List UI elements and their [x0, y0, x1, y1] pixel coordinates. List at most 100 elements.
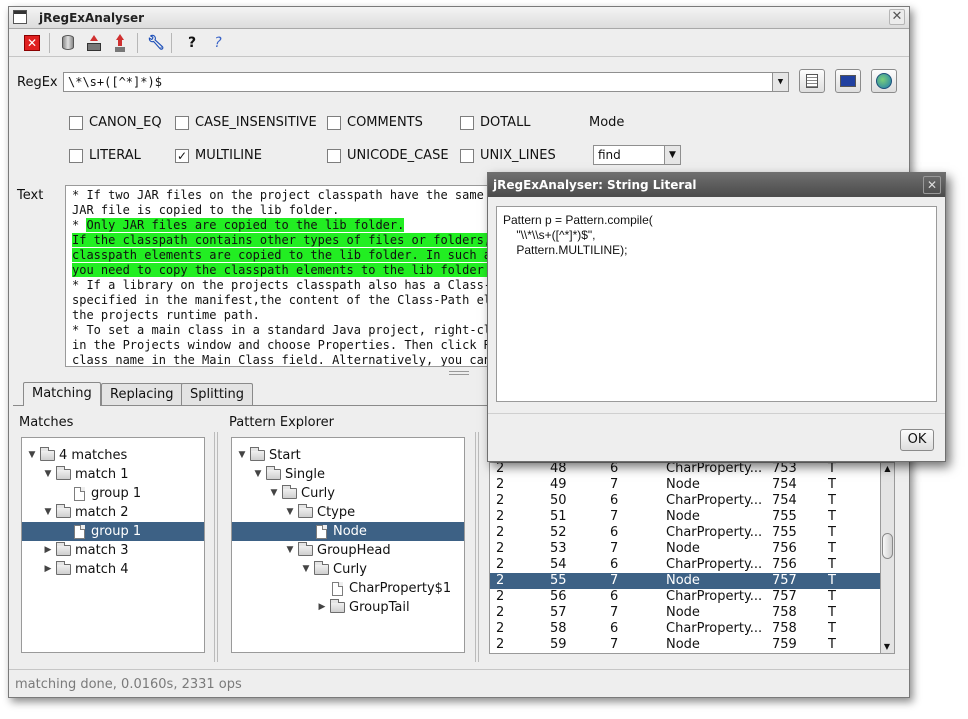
- folder-icon: [56, 504, 71, 518]
- match-table[interactable]: 2 48 6 CharProperty... 753 T 2 49 7 Node 754 T 2 50 6 C…: [489, 462, 881, 654]
- code-line: "\\*\\s+([^*]*)$",: [503, 228, 596, 242]
- expand-arrow-icon[interactable]: ▼: [42, 503, 54, 522]
- upload-icon[interactable]: [109, 32, 131, 54]
- table-cell: CharProperty...: [666, 462, 763, 476]
- flag-unicode-case-checkbox[interactable]: UNICODE_CASE: [327, 148, 449, 163]
- tree-node[interactable]: ▼ match 2: [42, 503, 129, 522]
- matches-tree[interactable]: ▼ 4 matches ▼ match 1 group 1 ▼ match 2 group 1…: [21, 437, 205, 653]
- expand-arrow-icon[interactable]: ▼: [284, 541, 296, 560]
- flag-multiline-checkbox[interactable]: ✓ MULTILINE: [175, 148, 262, 163]
- table-cell: 6: [610, 589, 619, 604]
- table-row[interactable]: 2 50 6 CharProperty... 754 T: [490, 493, 880, 509]
- collapse-arrow-icon[interactable]: ▶: [42, 541, 54, 560]
- checkbox-unchecked[interactable]: [327, 115, 341, 130]
- regex-input[interactable]: \*\s+([^*]*)$ ▼: [63, 72, 789, 92]
- expand-arrow-icon[interactable]: ▼: [284, 503, 296, 522]
- window-menu-icon[interactable]: [13, 10, 27, 24]
- tree-node[interactable]: ▶ match 3: [42, 541, 129, 560]
- flag-unix-lines-checkbox[interactable]: UNIX_LINES: [460, 148, 556, 163]
- checkbox-unchecked[interactable]: [69, 148, 83, 163]
- expand-arrow-icon[interactable]: ▼: [42, 465, 54, 484]
- expand-arrow-icon[interactable]: ▼: [236, 446, 248, 465]
- checkbox-checked[interactable]: ✓: [175, 148, 189, 163]
- table-row[interactable]: 2 58 6 CharProperty... 758 T: [490, 621, 880, 637]
- export-icon[interactable]: [83, 32, 105, 54]
- match-highlight: classpath elements are copied to the lib…: [72, 248, 506, 262]
- table-cell: Node: [666, 541, 700, 556]
- splitter-handle[interactable]: [449, 371, 469, 375]
- table-row[interactable]: 2 59 7 Node 759 T: [490, 637, 880, 653]
- help-icon[interactable]: ?: [181, 32, 203, 54]
- table-cell: 753: [772, 462, 797, 476]
- table-cell: 2: [496, 525, 505, 540]
- table-row[interactable]: 2 56 6 CharProperty... 757 T: [490, 589, 880, 605]
- tree-node[interactable]: ▼ Curly: [300, 560, 367, 579]
- flag-dotall-checkbox[interactable]: DOTALL: [460, 115, 531, 130]
- checkbox-unchecked[interactable]: [327, 148, 341, 163]
- table-row[interactable]: 2 52 6 CharProperty... 755 T: [490, 525, 880, 541]
- table-row[interactable]: 2 57 7 Node 758 T: [490, 605, 880, 621]
- checkbox-unchecked[interactable]: [69, 115, 83, 130]
- checkbox-unchecked[interactable]: [460, 115, 474, 130]
- table-row[interactable]: 2 53 7 Node 756 T: [490, 541, 880, 557]
- right-splitter[interactable]: [475, 432, 479, 662]
- tree-node[interactable]: Node: [232, 522, 464, 541]
- database-icon[interactable]: [57, 32, 79, 54]
- pattern-explorer-tree[interactable]: ▼ Start ▼ Single ▼ Curly ▼ Ctype Node ▼ GroupHead ▼…: [231, 437, 465, 653]
- wrench-icon[interactable]: 🔧︎: [145, 32, 167, 54]
- tree-node[interactable]: ▼ Curly: [268, 484, 335, 503]
- network-button[interactable]: [835, 69, 861, 93]
- table-row[interactable]: 2 54 6 CharProperty... 756 T: [490, 557, 880, 573]
- checkbox-unchecked[interactable]: [175, 115, 189, 130]
- regex-history-dropdown[interactable]: ▼: [772, 73, 788, 91]
- window-close-button[interactable]: ✕: [889, 9, 905, 25]
- tree-node[interactable]: ▶ GroupTail: [316, 598, 410, 617]
- copy-literal-button[interactable]: [799, 69, 825, 93]
- tree-node[interactable]: CharProperty$1: [316, 579, 451, 598]
- mode-value: find: [598, 148, 621, 162]
- collapse-arrow-icon[interactable]: ▶: [42, 560, 54, 579]
- title-bar[interactable]: jRegExAnalyser ✕: [9, 7, 909, 29]
- globe-button[interactable]: [871, 69, 897, 93]
- table-scrollbar[interactable]: ▲ ▼: [881, 462, 895, 654]
- expand-arrow-icon[interactable]: ▼: [26, 446, 38, 465]
- about-icon[interactable]: ?: [207, 32, 229, 54]
- table-cell: 7: [610, 541, 619, 556]
- dialog-close-button[interactable]: ✕: [923, 176, 941, 194]
- expand-arrow-icon[interactable]: ▼: [300, 560, 312, 579]
- scrollbar-thumb[interactable]: [882, 533, 893, 559]
- table-cell: 49: [550, 477, 567, 492]
- tab-matching[interactable]: Matching: [23, 382, 101, 406]
- chevron-down-icon[interactable]: ▼: [664, 146, 680, 164]
- tree-node[interactable]: ▼ match 1: [42, 465, 129, 484]
- flag-canon-eq-checkbox[interactable]: CANON_EQ: [69, 115, 162, 130]
- stop-icon[interactable]: ✕: [21, 32, 43, 54]
- flag-comments-checkbox[interactable]: COMMENTS: [327, 115, 423, 130]
- tree-node[interactable]: group 1: [58, 484, 141, 503]
- flag-literal-checkbox[interactable]: LITERAL: [69, 148, 141, 163]
- table-row[interactable]: 2 48 6 CharProperty... 753 T: [490, 462, 880, 477]
- ok-button[interactable]: OK: [900, 429, 934, 451]
- tree-node[interactable]: ▼ Ctype: [284, 503, 355, 522]
- string-literal-text[interactable]: Pattern p = Pattern.compile( "\\*\\s+([^…: [496, 206, 937, 402]
- table-cell: Node: [666, 605, 700, 620]
- expand-arrow-icon[interactable]: ▼: [268, 484, 280, 503]
- mode-select[interactable]: find ▼: [593, 145, 681, 165]
- tree-node[interactable]: ▼ Single: [252, 465, 325, 484]
- dialog-title-bar[interactable]: jRegExAnalyser: String Literal ✕: [488, 173, 945, 197]
- tree-node[interactable]: ▼ GroupHead: [284, 541, 391, 560]
- tab-splitting[interactable]: Splitting: [181, 383, 254, 405]
- tree-node[interactable]: group 1: [22, 522, 204, 541]
- tree-node[interactable]: ▼ 4 matches: [26, 446, 127, 465]
- flag-case-insensitive-checkbox[interactable]: CASE_INSENSITIVE: [175, 115, 317, 130]
- expand-arrow-icon[interactable]: ▼: [252, 465, 264, 484]
- tab-replacing[interactable]: Replacing: [101, 383, 183, 405]
- table-row[interactable]: 2 49 7 Node 754 T: [490, 477, 880, 493]
- tree-node[interactable]: ▶ match 4: [42, 560, 129, 579]
- left-splitter[interactable]: [214, 432, 218, 662]
- tree-node[interactable]: ▼ Start: [236, 446, 301, 465]
- table-row[interactable]: 2 51 7 Node 755 T: [490, 509, 880, 525]
- table-row[interactable]: 2 55 7 Node 757 T: [490, 573, 880, 589]
- checkbox-unchecked[interactable]: [460, 148, 474, 163]
- collapse-arrow-icon[interactable]: ▶: [316, 598, 328, 617]
